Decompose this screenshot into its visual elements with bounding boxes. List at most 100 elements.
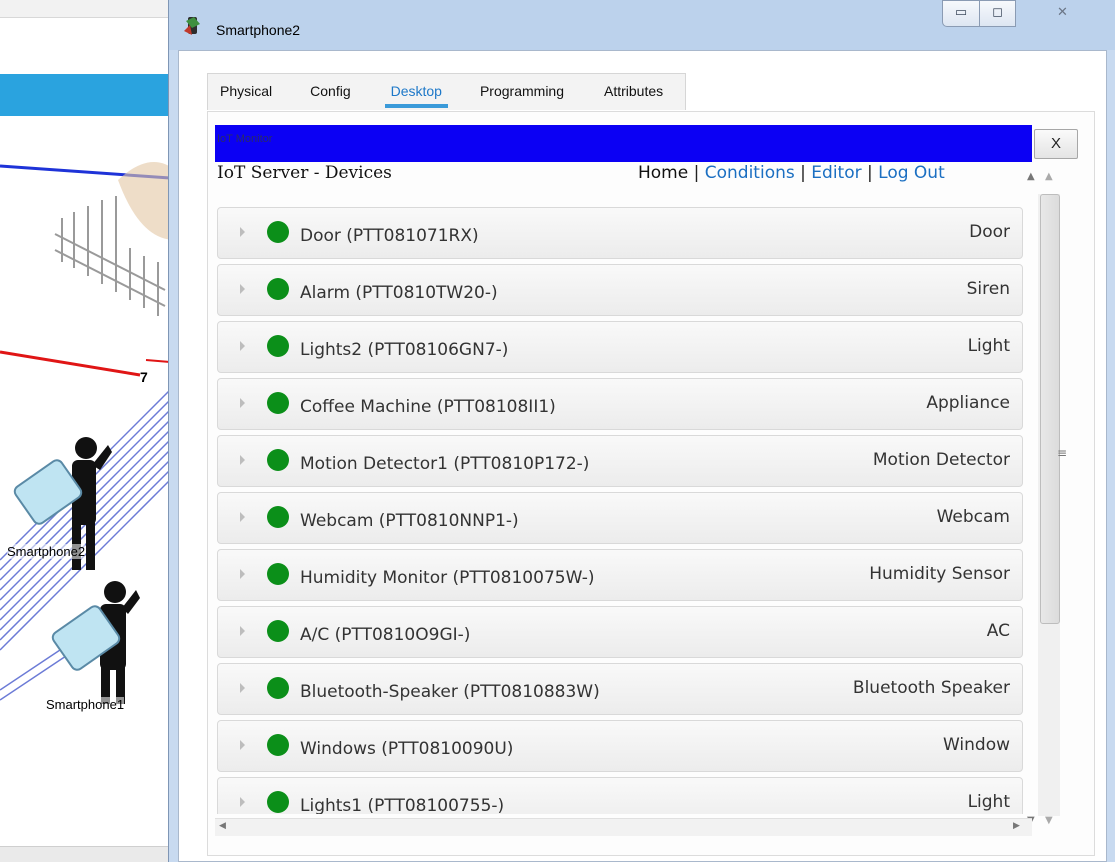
device-type: Humidity Sensor [869,564,1010,584]
tab-programming[interactable]: Programming [480,74,564,110]
device-name: Bluetooth-Speaker (PTT0810883W) [300,682,600,702]
tab-config[interactable]: Config [310,74,350,110]
status-indicator-icon [267,734,289,756]
close-window-button[interactable]: ✕ [1015,0,1115,27]
device-row[interactable]: Humidity Monitor (PTT0810075W-) Humidity … [217,549,1023,601]
maximize-button[interactable]: ◻ [979,0,1016,27]
device-row[interactable]: Bluetooth-Speaker (PTT0810883W) Bluetooth… [217,663,1023,715]
device-label-smartphone1[interactable]: Smartphone1 [46,697,125,712]
nav-separator: | [800,163,806,183]
device-name: Webcam (PTT0810NNP1-) [300,511,519,531]
nav-editor-link[interactable]: Editor [811,163,861,183]
nav-separator: | [693,163,700,183]
device-row[interactable]: Lights2 (PTT08106GN7-) Light [217,321,1023,373]
tab-bar: Physical Config Desktop Programming Attr… [207,73,687,110]
expand-caret-icon[interactable] [240,284,245,294]
desktop-app-frame: IoT Monitor X IoT Server - Devices Home … [207,111,1095,856]
workspace-canvas[interactable]: 7 Smartphone2 Smartphone1 [0,0,175,862]
device-name: A/C (PTT0810O9GI-) [300,625,471,645]
device-row[interactable]: Door (PTT081071RX) Door [217,207,1023,259]
nav-conditions-link[interactable]: Conditions [705,163,795,183]
window-content: Physical Config Desktop Programming Attr… [178,50,1107,862]
iot-monitor-titlebar: IoT Monitor [215,125,1032,162]
status-indicator-icon [267,335,289,357]
iot-monitor-close-button[interactable]: X [1034,129,1078,159]
expand-caret-icon[interactable] [240,740,245,750]
device-type: Bluetooth Speaker [852,678,1010,698]
smartphone1-icon [51,581,140,704]
expand-caret-icon[interactable] [240,455,245,465]
device-row[interactable]: Windows (PTT0810090U) Window [217,720,1023,772]
expand-caret-icon[interactable] [240,683,245,693]
tab-desktop[interactable]: Desktop [384,74,449,110]
device-row[interactable]: Motion Detector1 (PTT0810P172-) Motion De… [217,435,1023,487]
device-row[interactable]: Alarm (PTT0810TW20-) Siren [217,264,1023,316]
expand-caret-icon[interactable] [240,398,245,408]
status-indicator-icon [267,563,289,585]
device-type: Motion Detector [872,450,1010,470]
maximize-icon: ◻ [992,5,1003,20]
scroll-up-arrow-icon[interactable]: ▲ [1027,171,1035,182]
nav-logout-link[interactable]: Log Out [878,163,945,183]
link-number: 7 [140,369,148,385]
workspace-drawing [0,162,175,704]
status-indicator-icon [267,791,289,813]
device-window: Smartphone2 ▭ ◻ ✕ Physical Config Deskto… [168,0,1115,862]
scrollbar-thumb[interactable] [1040,194,1060,624]
device-name: Coffee Machine (PTT08108II1) [300,397,556,417]
scrollbar-grip-icon: ≡ [1057,446,1068,460]
scroll-down-arrow-icon[interactable]: ▼ [1045,815,1053,826]
device-row[interactable]: Webcam (PTT0810NNP1-) Webcam [217,492,1023,544]
nav-separator: | [867,163,873,183]
device-type: Light [967,792,1010,812]
status-indicator-icon [267,449,289,471]
status-indicator-icon [267,221,289,243]
close-icon: ✕ [1057,5,1068,20]
status-indicator-icon [267,620,289,642]
tab-physical[interactable]: Physical [220,74,272,110]
device-row[interactable]: Coffee Machine (PTT08108II1) Appliance [217,378,1023,430]
device-name: Windows (PTT0810090U) [300,739,514,759]
device-type: Siren [966,279,1010,299]
status-indicator-icon [267,278,289,300]
expand-caret-icon[interactable] [240,341,245,351]
network-cable-red [0,350,141,377]
device-name: Lights2 (PTT08106GN7-) [300,340,509,360]
device-name: Lights1 (PTT08100755-) [300,796,505,814]
device-name: Alarm (PTT0810TW20-) [300,283,498,303]
device-name: Door (PTT081071RX) [300,226,479,246]
scroll-left-arrow-icon[interactable]: ◀ [219,821,226,831]
status-indicator-icon [267,392,289,414]
nav-home[interactable]: Home [638,163,688,183]
status-indicator-icon [267,506,289,528]
vertical-scrollbar[interactable] [1038,194,1060,816]
scroll-up-arrow-icon[interactable]: ▲ [1045,171,1053,182]
device-label-smartphone2[interactable]: Smartphone2 [7,544,86,559]
device-list: Door (PTT081071RX) Door Alarm (PTT0810TW20… [217,207,1025,814]
workspace-statusbar [0,846,175,862]
tab-attributes[interactable]: Attributes [604,74,663,110]
device-row[interactable]: Lights1 (PTT08100755-) Light [217,777,1023,814]
window-titlebar[interactable]: Smartphone2 ▭ ◻ ✕ [169,0,1115,50]
device-type: Light [967,336,1010,356]
expand-caret-icon[interactable] [240,626,245,636]
expand-caret-icon[interactable] [240,512,245,522]
device-name: Humidity Monitor (PTT0810075W-) [300,568,595,588]
device-type: Webcam [936,507,1010,527]
device-name: Motion Detector1 (PTT0810P172-) [300,454,590,474]
status-indicator-icon [267,677,289,699]
device-type: Window [942,735,1010,755]
scroll-right-arrow-icon[interactable]: ▶ [1013,821,1020,831]
device-type: AC [986,621,1010,641]
minimize-button[interactable]: ▭ [942,0,980,27]
expand-caret-icon[interactable] [240,227,245,237]
smartphone-app-icon [184,17,200,35]
expand-caret-icon[interactable] [240,797,245,807]
expand-caret-icon[interactable] [240,569,245,579]
device-type: Appliance [926,393,1010,413]
horizontal-scrollbar[interactable]: ◀ ▶ [215,818,1032,836]
device-row[interactable]: A/C (PTT0810O9GI-) AC [217,606,1023,658]
iot-monitor-title: IoT Monitor [217,133,273,145]
device-type: Door [969,222,1010,242]
top-nav: Home | Conditions | Editor | Log Out [638,163,945,183]
